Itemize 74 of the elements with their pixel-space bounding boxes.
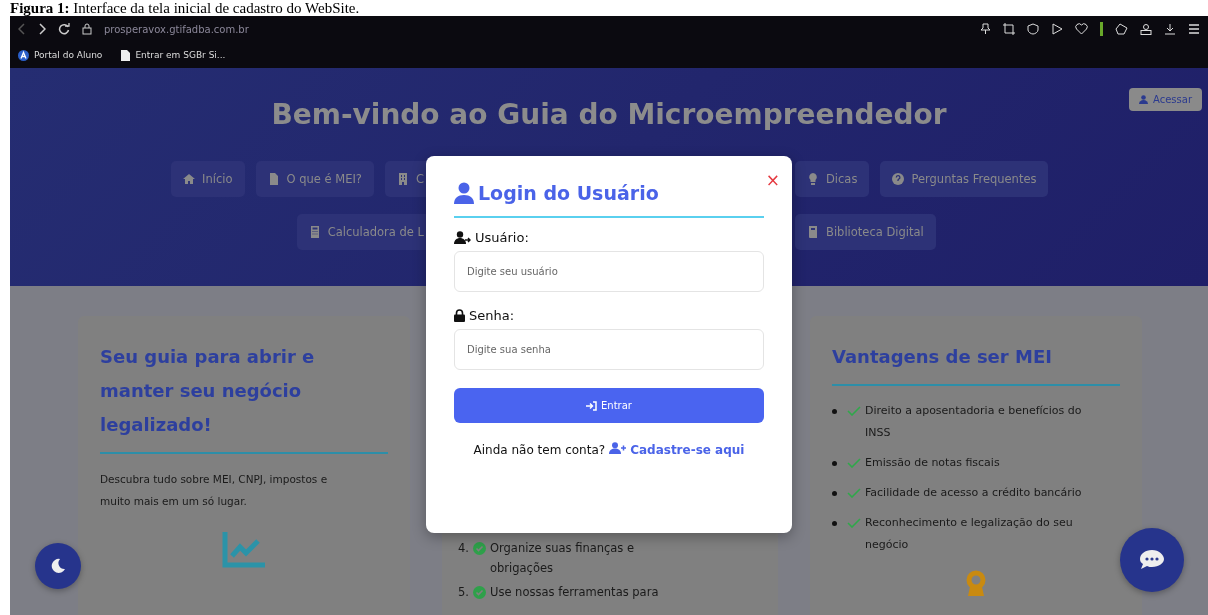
nav-link[interactable]: Biblioteca Digital bbox=[795, 214, 936, 250]
page-icon bbox=[121, 49, 131, 61]
field-label: Senha: bbox=[469, 308, 515, 323]
bookmark-link[interactable]: Entrar em SGBr Si... bbox=[135, 50, 226, 60]
download-icon[interactable] bbox=[1164, 23, 1176, 35]
home-icon bbox=[183, 173, 196, 185]
input-field[interactable]: Digite seu usuário bbox=[454, 251, 764, 292]
moon-icon bbox=[50, 558, 66, 574]
signup-link[interactable]: Cadastre-se aqui bbox=[608, 443, 745, 457]
figure-caption: Figura 1: Interface da tela inicial de cadastro do WebSite. bbox=[9, 0, 361, 16]
bullet-icon bbox=[832, 521, 837, 526]
advantage-text: Emissão de notas fiscais bbox=[865, 455, 1000, 471]
chat-button[interactable] bbox=[1120, 528, 1184, 592]
back-icon[interactable] bbox=[18, 23, 26, 35]
calculator-icon bbox=[308, 226, 321, 238]
chat-icon bbox=[1139, 549, 1165, 571]
field-label: Usuário: bbox=[475, 230, 529, 245]
step-number: 5. bbox=[458, 584, 469, 601]
check-icon bbox=[847, 406, 861, 416]
input-field[interactable]: Digite sua senha bbox=[454, 329, 764, 370]
nav-link[interactable]: Início bbox=[171, 161, 245, 197]
lock-icon bbox=[454, 309, 465, 322]
sign-in-icon bbox=[586, 400, 598, 411]
dialog-title-text: Login do Usuário bbox=[478, 182, 659, 204]
check-icon bbox=[847, 458, 861, 468]
step-number: 4. bbox=[458, 540, 469, 557]
chart-line-icon bbox=[222, 532, 266, 568]
book-icon bbox=[807, 226, 819, 238]
login-button[interactable]: Entrar bbox=[454, 388, 764, 423]
page-title: Bem-vindo ao Guia do Microempreendedor bbox=[271, 98, 947, 131]
advantage-text: Direito a aposentadoria e benefícios do INSS bbox=[865, 403, 1083, 441]
close-button[interactable]: × bbox=[765, 172, 780, 189]
building-icon bbox=[396, 173, 409, 185]
nav-link[interactable]: O que é MEI? bbox=[255, 161, 374, 197]
check-icon bbox=[847, 488, 861, 498]
play-icon[interactable] bbox=[1051, 23, 1063, 35]
document-icon bbox=[267, 173, 280, 185]
nav-link[interactable]: C bbox=[384, 161, 426, 197]
check-icon bbox=[847, 518, 861, 528]
question-icon bbox=[892, 173, 905, 185]
forward-icon[interactable] bbox=[38, 23, 46, 35]
site-logo-icon bbox=[18, 49, 29, 61]
user-icon bbox=[454, 182, 474, 204]
reload-icon[interactable] bbox=[58, 23, 70, 35]
access-button[interactable]: Acessar bbox=[1129, 88, 1202, 111]
lock-icon[interactable] bbox=[82, 23, 92, 35]
add-user-icon bbox=[608, 442, 626, 454]
address-bar[interactable]: prosperavox.gtifadba.com.br bbox=[104, 23, 249, 35]
shield-icon[interactable] bbox=[1027, 23, 1039, 35]
crop-icon[interactable] bbox=[1003, 23, 1015, 35]
card-description: Descubra tudo sobre MEI, CNPJ, impostos e muito mais em um só lugar. bbox=[100, 472, 329, 509]
bullet-icon bbox=[832, 491, 837, 496]
dark-mode-button[interactable] bbox=[35, 543, 81, 589]
heart-icon[interactable] bbox=[1075, 23, 1088, 35]
nav-link[interactable]: Calculadora de L bbox=[296, 214, 426, 250]
advantage-text: Reconhecimento e legalização do seu negócio bbox=[865, 515, 1074, 553]
nav-link[interactable]: Perguntas Frequentes bbox=[880, 161, 1049, 197]
advantage-text: Facilidade de acesso a crédito bancário bbox=[865, 485, 1082, 501]
card-heading: Seu guia para abrir e manter seu negócio legalizado! bbox=[100, 345, 316, 437]
nav-link[interactable]: Dicas bbox=[795, 161, 870, 197]
user-icon bbox=[1139, 95, 1148, 104]
card-heading: Vantagens de ser MEI bbox=[832, 345, 1053, 369]
user-icon bbox=[454, 231, 471, 244]
signup-prompt: Ainda não tem conta? Cadastre-se aqui bbox=[472, 441, 746, 459]
bullet-icon bbox=[832, 409, 837, 414]
bullet-icon bbox=[832, 461, 837, 466]
check-circle-icon bbox=[473, 542, 486, 555]
lightbulb-icon bbox=[807, 173, 819, 185]
step-text: Use nossas ferramentas para bbox=[490, 584, 660, 601]
step-text: Organize suas finanças e obrigações bbox=[490, 540, 636, 577]
bookmark-link[interactable]: Portal do Aluno bbox=[34, 50, 103, 60]
check-circle-icon bbox=[473, 586, 486, 599]
menu-icon[interactable] bbox=[1188, 23, 1200, 35]
pin-icon[interactable] bbox=[980, 23, 991, 35]
